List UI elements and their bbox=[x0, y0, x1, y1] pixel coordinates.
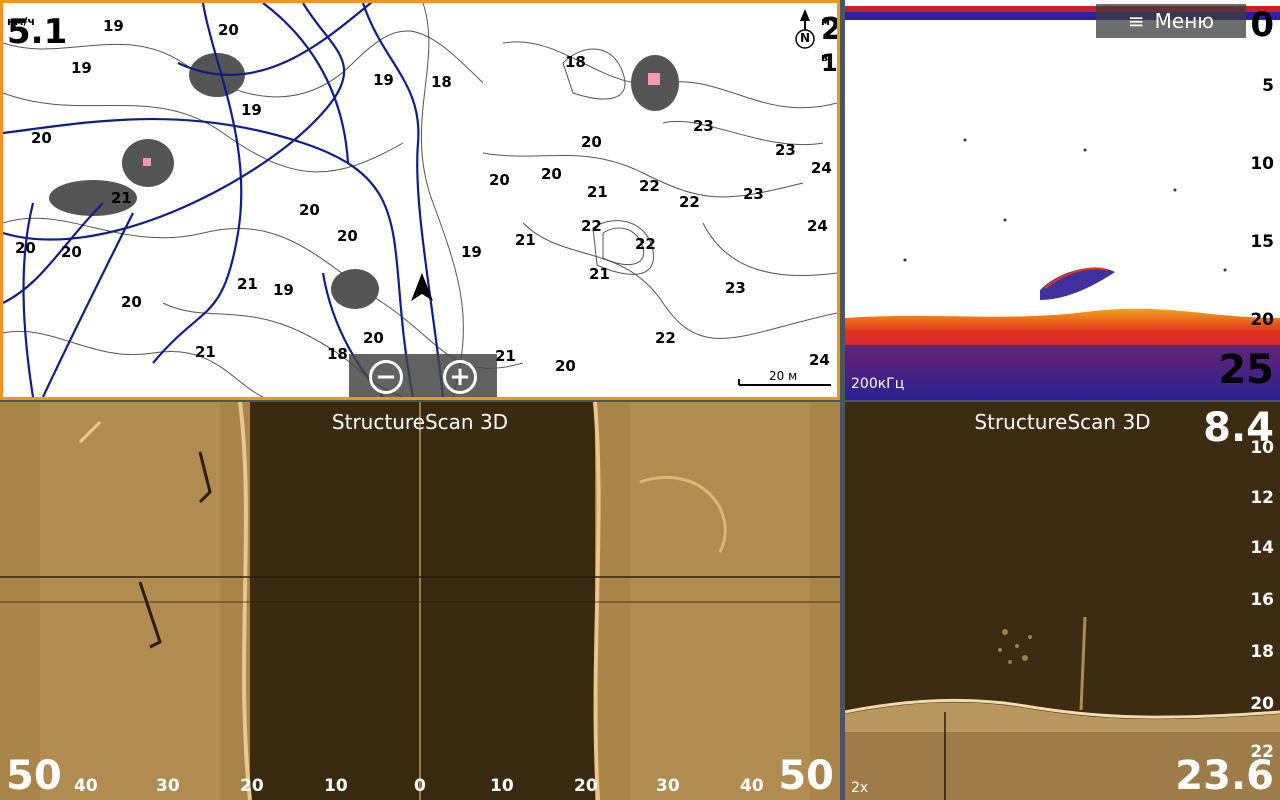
secondary-depth-value: 11.1 bbox=[821, 49, 838, 77]
structure-scan-pane[interactable]: StructureScan 3D 50 50 40 30 20 10 0 10 … bbox=[0, 402, 840, 800]
depth-label: 18 bbox=[327, 345, 348, 363]
depth-label: 18 bbox=[431, 73, 452, 91]
down-depth-bottom: 23.6 bbox=[1175, 753, 1274, 799]
range-tick: 30 bbox=[656, 776, 680, 796]
sonar-depth-tick: 5 bbox=[1262, 76, 1274, 96]
depth-label: 23 bbox=[743, 185, 764, 203]
depth-label: 21 bbox=[515, 231, 536, 249]
depth-label: 20 bbox=[363, 329, 384, 347]
depth-label: 21 bbox=[237, 275, 258, 293]
sonar-depth-tick: 20 bbox=[1250, 310, 1274, 330]
depth-label: 20 bbox=[218, 21, 239, 39]
depth-label: 20 bbox=[489, 171, 510, 189]
down-depth-tick: 14 bbox=[1250, 538, 1274, 558]
north-label: N bbox=[800, 31, 811, 45]
depth-label: 19 bbox=[103, 17, 124, 35]
sonar-pane[interactable]: ≡ Меню 0 5 10 15 20 25 200кГц bbox=[845, 0, 1280, 400]
boat-position-icon bbox=[411, 273, 433, 301]
speed-value: 5.1 bbox=[7, 12, 68, 52]
depth-label: 21 bbox=[587, 183, 608, 201]
sonar-depth-tick: 10 bbox=[1250, 154, 1274, 174]
down-depth-tick: 12 bbox=[1250, 488, 1274, 508]
down-depth-tick: 16 bbox=[1250, 590, 1274, 610]
depth-label: 19 bbox=[71, 59, 92, 77]
range-tick: 0 bbox=[414, 776, 426, 796]
structure-scan-title: StructureScan 3D bbox=[331, 410, 509, 434]
depth-label: 21 bbox=[111, 189, 132, 207]
depth-label: 24 bbox=[807, 217, 828, 235]
range-tick: 30 bbox=[156, 776, 180, 796]
range-tick: 40 bbox=[740, 776, 764, 796]
depth-label: 20 bbox=[555, 357, 576, 375]
sonar-echogram bbox=[845, 6, 1280, 400]
down-depth-tick: 18 bbox=[1250, 642, 1274, 662]
down-depth-tick: 10 bbox=[1250, 438, 1274, 458]
depth-label: 21 bbox=[195, 343, 216, 361]
depth-label: 22 bbox=[581, 217, 602, 235]
depth-label: 22 bbox=[635, 235, 656, 253]
zoom-in-icon: + bbox=[449, 362, 471, 392]
depth-label: 21 bbox=[589, 265, 610, 283]
depth-label: 19 bbox=[461, 243, 482, 261]
depth-label: 22 bbox=[679, 193, 700, 211]
depth-label: 20 bbox=[299, 201, 320, 219]
menu-label: Меню bbox=[1154, 9, 1215, 33]
range-left: 50 bbox=[6, 753, 62, 799]
depth-label: 20 bbox=[337, 227, 358, 245]
secondary-depth-readout: 11.1 в bbox=[821, 51, 837, 75]
zoom-controls: − + bbox=[349, 354, 497, 397]
depth-label: 20 bbox=[581, 133, 602, 151]
depth-label: 24 bbox=[811, 159, 832, 177]
range-tick: 40 bbox=[74, 776, 98, 796]
zoom-out-button[interactable]: − bbox=[369, 360, 403, 394]
speed-readout: 5.1 км/ч bbox=[7, 15, 67, 49]
frequency-label: 200кГц bbox=[851, 376, 905, 392]
scale-label: 20 м bbox=[769, 369, 798, 383]
depth-label: 24 bbox=[809, 351, 830, 369]
depth-label: 20 bbox=[541, 165, 562, 183]
depth-label: 23 bbox=[693, 117, 714, 135]
side-scan-image bbox=[0, 402, 840, 800]
depth-label: 20 bbox=[121, 293, 142, 311]
menu-button[interactable]: ≡ Меню bbox=[1096, 4, 1246, 38]
zoom-in-button[interactable]: + bbox=[443, 360, 477, 394]
depth-label: 19 bbox=[241, 101, 262, 119]
depth-label: 18 bbox=[565, 53, 586, 71]
chart-map-pane[interactable]: 19 19 20 20 19 18 18 19 20 21 20 21 20 2… bbox=[0, 0, 840, 400]
hamburger-icon: ≡ bbox=[1127, 9, 1145, 33]
depth-label: 23 bbox=[775, 141, 796, 159]
zoom-out-icon: − bbox=[375, 362, 397, 392]
depth-label: 20 bbox=[15, 239, 36, 257]
depth-label: 19 bbox=[373, 71, 394, 89]
range-tick: 10 bbox=[490, 776, 514, 796]
sonar-depth-tick: 15 bbox=[1250, 232, 1274, 252]
depth-label: 22 bbox=[639, 177, 660, 195]
range-tick: 10 bbox=[324, 776, 348, 796]
depth-label: 19 bbox=[273, 281, 294, 299]
sonar-depth-bottom: 25 bbox=[1218, 347, 1274, 393]
depth-label: 20 bbox=[61, 243, 82, 261]
zoom-level: 2x bbox=[851, 780, 869, 796]
down-scan-pane[interactable]: StructureScan 3D 8.4 10 12 14 16 18 20 2… bbox=[845, 402, 1280, 800]
range-tick: 20 bbox=[240, 776, 264, 796]
depth-label: 20 bbox=[31, 129, 52, 147]
heading-readout: 20.5 м bbox=[821, 15, 837, 45]
depth-label: 21 bbox=[495, 347, 516, 365]
depth-label: 22 bbox=[655, 329, 676, 347]
down-scan-image bbox=[845, 616, 1280, 800]
heading-value: 20.5 bbox=[821, 12, 840, 47]
down-depth-tick: 20 bbox=[1250, 694, 1274, 714]
range-right: 50 bbox=[778, 753, 834, 799]
sonar-depth-top: 0 bbox=[1250, 5, 1274, 45]
depth-label: 23 bbox=[725, 279, 746, 297]
range-tick: 20 bbox=[574, 776, 598, 796]
north-indicator[interactable]: N bbox=[793, 9, 817, 49]
depth-labels: 19 19 20 20 19 18 18 19 20 21 20 21 20 2… bbox=[3, 3, 837, 397]
